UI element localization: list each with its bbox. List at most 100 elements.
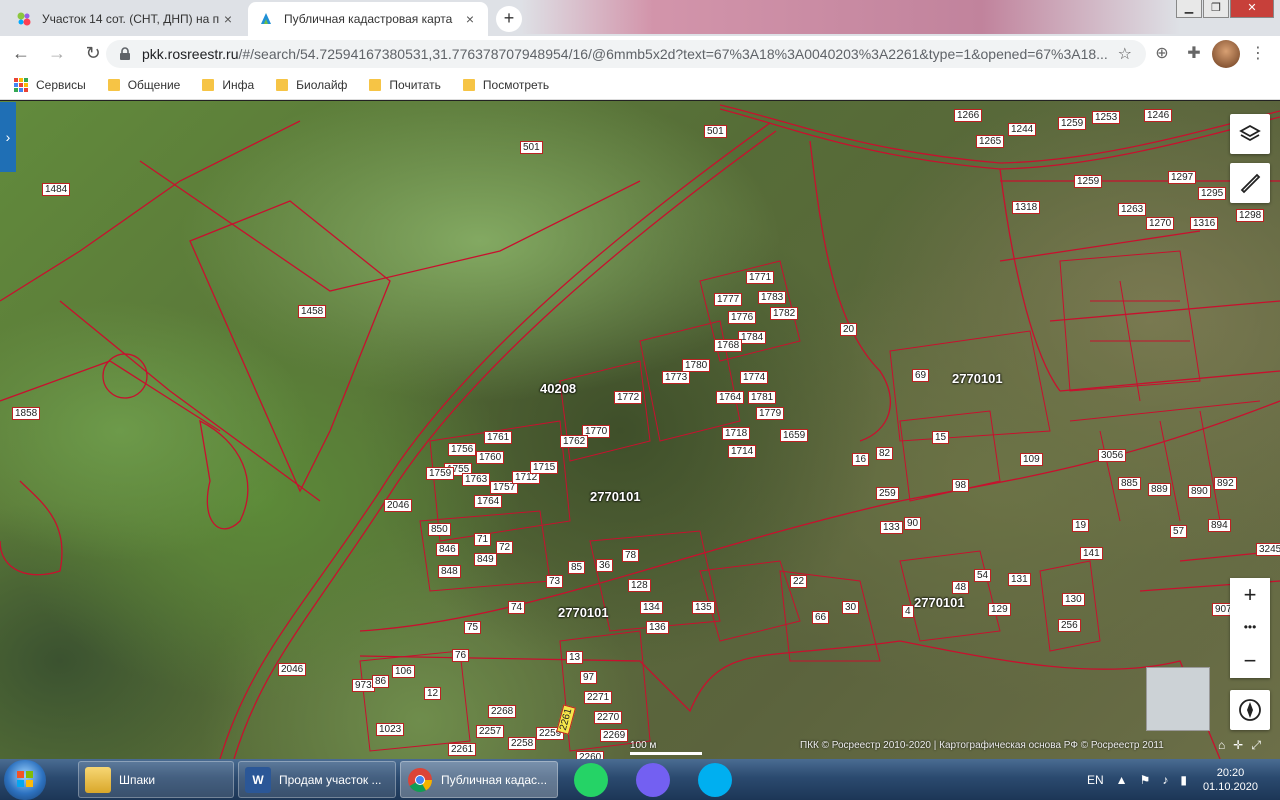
parcel-label[interactable]: 19 (1072, 519, 1090, 532)
volume-icon[interactable]: ♪ (1162, 773, 1168, 787)
parcel-label[interactable]: 1783 (758, 291, 787, 304)
translate-icon[interactable]: ⊕ (1148, 40, 1176, 68)
parcel-label[interactable]: 73 (546, 575, 564, 588)
tab-close-icon[interactable]: × (462, 11, 478, 27)
parcel-label[interactable]: 82 (876, 447, 894, 460)
parcel-label[interactable]: 1756 (448, 443, 477, 456)
viber-icon[interactable] (636, 763, 670, 797)
layers-button[interactable] (1230, 114, 1270, 154)
parcel-label[interactable]: 892 (1214, 477, 1237, 490)
parcel-label[interactable]: 98 (952, 479, 970, 492)
parcel-label[interactable]: 846 (436, 543, 459, 556)
parcel-label[interactable]: 2269 (600, 729, 629, 742)
parcel-label[interactable]: 66 (812, 611, 830, 624)
parcel-label[interactable]: 86 (372, 675, 390, 688)
tab-pkk[interactable]: Публичная кадастровая карта × (248, 2, 488, 36)
parcel-label[interactable]: 1714 (728, 445, 757, 458)
parcel-label[interactable]: 1023 (376, 723, 405, 736)
parcel-label[interactable]: 848 (438, 565, 461, 578)
reload-icon[interactable]: ↻ (78, 38, 108, 68)
parcel-label[interactable]: 141 (1080, 547, 1103, 560)
tray-expand-icon[interactable]: ▲ (1116, 773, 1128, 787)
sidebar-toggle-button[interactable]: › (0, 102, 16, 172)
parcel-label[interactable]: 1764 (474, 495, 503, 508)
parcel-label[interactable]: 1858 (12, 407, 41, 420)
skype-icon[interactable] (698, 763, 732, 797)
parcel-label[interactable]: 74 (508, 601, 526, 614)
parcel-label[interactable]: 1246 (1144, 109, 1173, 122)
parcel-label[interactable]: 2046 (384, 499, 413, 512)
parcel-label[interactable]: 97 (580, 671, 598, 684)
parcel-label[interactable]: 2258 (508, 737, 537, 750)
parcel-label[interactable]: 36 (596, 559, 614, 572)
parcel-label[interactable]: 129 (988, 603, 1011, 616)
parcel-label[interactable]: 90 (904, 517, 922, 530)
parcel-label[interactable]: 1244 (1008, 123, 1037, 136)
taskbar-item-word[interactable]: W Продам участок ... (238, 761, 396, 798)
parcel-label[interactable]: 2270 (594, 711, 623, 724)
home-icon[interactable]: ⌂ (1218, 738, 1225, 753)
clock[interactable]: 20:20 01.10.2020 (1203, 766, 1258, 794)
parcel-label[interactable]: 2046 (278, 663, 307, 676)
parcel-label[interactable]: 1259 (1074, 175, 1103, 188)
parcel-label[interactable]: 1266 (954, 109, 983, 122)
parcel-label[interactable]: 57 (1170, 525, 1188, 538)
parcel-label[interactable]: 1298 (1236, 209, 1265, 222)
parcel-label[interactable]: 1270 (1146, 217, 1175, 230)
parcel-label[interactable]: 890 (1188, 485, 1211, 498)
parcel-label[interactable]: 1318 (1012, 201, 1041, 214)
parcel-label[interactable]: 1659 (780, 429, 809, 442)
minimize-icon[interactable]: ▁ (1176, 0, 1202, 18)
parcel-label[interactable]: 2257 (476, 725, 505, 738)
parcel-label[interactable]: 54 (974, 569, 992, 582)
parcel-label[interactable]: 1295 (1198, 187, 1227, 200)
zoom-in-button[interactable]: + (1230, 578, 1270, 611)
locate-icon[interactable]: ✛ (1233, 738, 1243, 753)
parcel-label[interactable]: 1265 (976, 135, 1005, 148)
bookmark-star-icon[interactable]: ☆ (1118, 44, 1132, 64)
expand-icon[interactable]: ⤢ (1251, 738, 1261, 753)
compass-button[interactable] (1230, 690, 1270, 730)
start-button[interactable] (4, 760, 46, 800)
parcel-label[interactable]: 76 (452, 649, 470, 662)
parcel-label[interactable]: 885 (1118, 477, 1141, 490)
parcel-label[interactable]: 850 (428, 523, 451, 536)
parcel-label[interactable]: 849 (474, 553, 497, 566)
parcel-label[interactable]: 1259 (1058, 117, 1087, 130)
parcel-label[interactable]: 1484 (42, 183, 71, 196)
parcel-label[interactable]: 2268 (488, 705, 517, 718)
parcel-label[interactable]: 72 (496, 541, 514, 554)
forward-icon[interactable]: → (42, 38, 72, 68)
parcel-label[interactable]: 1764 (716, 391, 745, 404)
ruler-button[interactable] (1230, 163, 1270, 203)
parcel-label[interactable]: 1777 (714, 293, 743, 306)
parcel-label[interactable]: 30 (842, 601, 860, 614)
network-icon[interactable]: ▮ (1180, 773, 1187, 787)
parcel-label[interactable]: 12 (424, 687, 442, 700)
parcel-label[interactable]: 3056 (1098, 449, 1127, 462)
parcel-label[interactable]: 1718 (722, 427, 751, 440)
parcel-label[interactable]: 1779 (756, 407, 785, 420)
more-tools-button[interactable]: ••• (1230, 611, 1270, 644)
parcel-label[interactable]: 109 (1020, 453, 1043, 466)
parcel-label[interactable]: 1297 (1168, 171, 1197, 184)
parcel-label[interactable]: 1781 (748, 391, 777, 404)
parcel-label[interactable]: 75 (464, 621, 482, 634)
address-bar[interactable]: pkk.rosreestr.ru/#/search/54.72594167380… (106, 40, 1146, 68)
action-center-icon[interactable]: ⚑ (1140, 773, 1151, 787)
parcel-label[interactable]: 22 (790, 575, 808, 588)
parcel-label[interactable]: 106 (392, 665, 415, 678)
parcel-label[interactable]: 135 (692, 601, 715, 614)
parcel-label[interactable]: 85 (568, 561, 586, 574)
menu-icon[interactable]: ⋮ (1244, 40, 1272, 68)
parcel-label[interactable]: 16 (852, 453, 870, 466)
maximize-icon[interactable]: ❐ (1203, 0, 1229, 18)
tab-close-icon[interactable]: × (220, 11, 236, 27)
tab-avito[interactable]: Участок 14 сот. (СНТ, ДНП) на п × (6, 2, 246, 36)
parcel-label[interactable]: 1762 (560, 435, 589, 448)
close-window-icon[interactable]: ✕ (1230, 0, 1274, 18)
parcel-label[interactable]: 1768 (714, 339, 743, 352)
parcel-label[interactable]: 1761 (484, 431, 513, 444)
parcel-label[interactable]: 1715 (530, 461, 559, 474)
parcel-label[interactable]: 128 (628, 579, 651, 592)
